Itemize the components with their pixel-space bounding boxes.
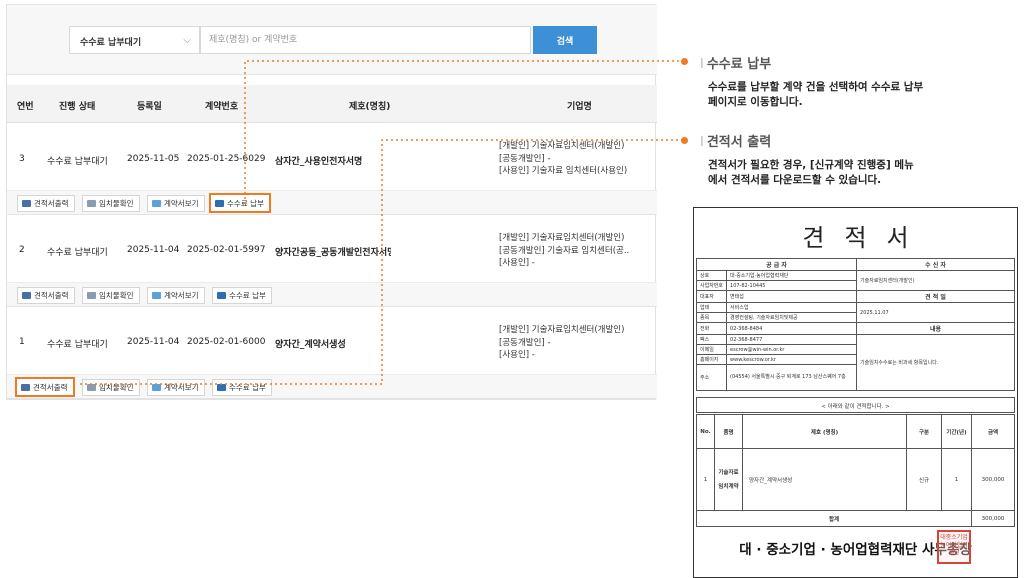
stamp-text: 대중소기업농어업협력재단 <box>940 534 968 556</box>
field-value: escrow@win-win.or.kr <box>726 344 858 355</box>
field-label: 상호 <box>695 270 728 281</box>
supplier-header: 공 급 자 <box>695 258 858 271</box>
item-period: 1 <box>941 448 972 511</box>
field-value: www.kescrow.or.kr <box>726 354 858 365</box>
quote-document-preview: 견적서 공 급 자 수 신 자 상호 대·중소기업·농어업협력재단 기술자료임치… <box>693 207 1018 578</box>
field-value: 서비스업 <box>726 302 858 313</box>
items-header: 제호 (명칭) <box>742 414 907 449</box>
field-label: 이메일 <box>695 344 728 355</box>
callout-title: I 견적서 출력 <box>700 135 772 150</box>
receiver-header: 수 신 자 <box>856 258 1015 271</box>
total-amount: 300,000 <box>971 510 1015 527</box>
callout-desc: 견적서가 필요한 경우, [신규계약 진행중] 메뉴 에서 견적서를 다운로드할… <box>708 158 914 188</box>
content-label: 내용 <box>856 322 1015 335</box>
callout-desc-line: 수수료를 납부할 계약 건을 선택하여 수수료 납부 <box>708 81 924 93</box>
callout-desc-line: 에서 견적서를 다운로드할 수 있습니다. <box>708 174 882 186</box>
doc-title: 견적서 <box>802 224 929 252</box>
connector-fee <box>244 60 684 204</box>
content-text: 기술임치수수료는 비과세 항목입니다. <box>856 334 1015 391</box>
callout-title-text: 견적서 출력 <box>706 135 772 150</box>
quote-note: < 아래와 같이 견적합니다. > <box>696 397 1015 413</box>
field-value: 02-368-8477 <box>726 334 858 345</box>
callout-desc: 수수료를 납부할 계약 건을 선택하여 수수료 납부 페이지로 이동합니다. <box>708 80 923 110</box>
callout-quote: I 견적서 출력 견적서가 필요한 경우, [신규계약 진행중] 메뉴 에서 견적… <box>700 131 914 188</box>
field-label: 업태 <box>695 302 728 313</box>
item-name-line: 임치계약 <box>718 483 739 490</box>
quote-date-label: 견 적 일 <box>856 290 1015 303</box>
callout-title: I 수수료 납부 <box>700 57 772 72</box>
callout-dot <box>681 58 688 65</box>
field-label: 주소 <box>695 364 728 391</box>
item-amount: 300,000 <box>971 448 1015 511</box>
callout-title-text: 수수료 납부 <box>706 57 772 72</box>
connector-quote <box>80 139 684 385</box>
field-value: 02-368-8484 <box>726 322 858 335</box>
quote-date: 2025.11.07 <box>856 302 1015 323</box>
field-value: 대·중소기업·농어업협력재단 <box>726 270 858 281</box>
field-value: (04554) 서울특별시 중구 퇴계로 173 남산스퀘어 7층 <box>726 364 858 391</box>
field-label: 사업자번호 <box>695 280 728 291</box>
callout-desc-line: 페이지로 이동합니다. <box>708 96 803 108</box>
items-header: 금액 <box>971 414 1015 449</box>
quote-items-table: No. 품명 제호 (명칭) 구분 기간(년) 금액 1 기술자료임치계약 양자… <box>696 414 1015 527</box>
item-title: 양자간_계약서생성 <box>742 448 907 511</box>
callout-desc-line: 견적서가 필요한 경우, [신규계약 진행중] 메뉴 <box>708 159 914 171</box>
official-seal-stamp: 대중소기업농어업협력재단 <box>937 530 971 564</box>
field-label: 종목 <box>695 312 728 323</box>
field-value: 경영컨설팅, 기술자료임치및제공 <box>726 312 858 323</box>
field-label: 팩스 <box>695 334 728 345</box>
items-header: 품명 <box>714 414 743 449</box>
item-name: 기술자료임치계약 <box>714 448 743 511</box>
field-label: 홈페이지 <box>695 354 728 365</box>
field-value: 변태섭 <box>726 290 858 303</box>
receiver-name: 기술자료임치센터(개발인) <box>856 270 1015 291</box>
field-label: 대표자 <box>695 290 728 303</box>
total-label: 합계 <box>696 510 972 527</box>
field-label: 전화 <box>695 322 728 335</box>
callout-fee: I 수수료 납부 수수료를 납부할 계약 건을 선택하여 수수료 납부 페이지로 … <box>700 53 923 110</box>
items-header: 구분 <box>906 414 942 449</box>
field-value: 107-82-10445 <box>726 280 858 291</box>
items-header: 기간(년) <box>941 414 972 449</box>
item-type: 신규 <box>906 448 942 511</box>
callout-dot <box>681 137 688 144</box>
supplier-receiver-table: 공 급 자 수 신 자 상호 대·중소기업·농어업협력재단 기술자료임치센터(개… <box>695 258 1015 391</box>
items-header: No. <box>696 414 715 449</box>
item-no: 1 <box>696 448 715 511</box>
item-name-line: 기술자료 <box>718 469 739 476</box>
